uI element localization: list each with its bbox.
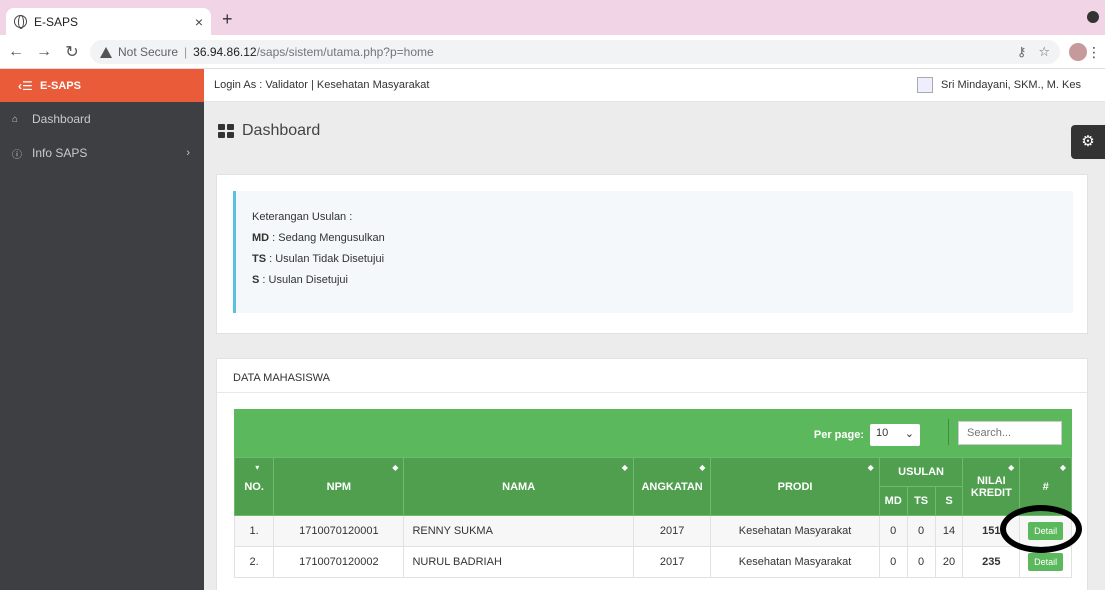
table-toolbar: Per page: 10 ⌄ xyxy=(234,409,1072,457)
cell-angkatan: 2017 xyxy=(632,515,712,547)
students-table-wrapper: Per page: 10⌄ ▾NO. ◆NPM ◆NAMA ◆ANGKATAN … xyxy=(233,409,1072,578)
key-icon[interactable]: ⚷ xyxy=(1017,44,1027,60)
table-row: 2. 1710070120002 NURUL BADRIAH 2017 Kese… xyxy=(233,546,1072,578)
new-tab-button[interactable]: + xyxy=(222,9,233,30)
warning-icon xyxy=(100,46,112,58)
col-nilai-kredit[interactable]: ◆ NILAI KREDIT xyxy=(962,457,1021,516)
menu-toggle-icon[interactable]: ‹☰ xyxy=(0,79,40,93)
chevron-right-icon: › xyxy=(186,147,190,159)
col-s[interactable]: S xyxy=(934,486,964,516)
cell-nama: NURUL BADRIAH xyxy=(403,546,634,578)
cell-md: 0 xyxy=(878,515,908,547)
info-icon: ⓘ xyxy=(12,149,22,161)
not-secure-label: Not Secure xyxy=(118,45,179,59)
dashboard-grid-icon xyxy=(218,124,234,138)
url-separator: | xyxy=(184,45,188,59)
sidebar-item-label: Dashboard xyxy=(32,112,91,126)
page-title: Dashboard xyxy=(218,122,320,140)
legend-panel: Keterangan Usulan : MD : Sedang Mengusul… xyxy=(216,174,1088,334)
url-field[interactable]: Not Secure | 36.94.86.12 /saps/sistem/ut… xyxy=(90,40,1060,64)
main-content: Dashboard ⚙ Keterangan Usulan : MD : Sed… xyxy=(204,102,1105,590)
reload-icon[interactable]: ↻ xyxy=(60,42,84,62)
user-avatar-icon xyxy=(917,77,933,93)
browser-tabstrip: E-SAPS × + xyxy=(0,0,1105,35)
table-row: 1. 1710070120001 RENNY SUKMA 2017 Keseha… xyxy=(233,515,1072,547)
user-menu[interactable]: Sri Mindayani, SKM., M. Kes xyxy=(917,77,1081,93)
user-name: Sri Mindayani, SKM., M. Kes xyxy=(941,79,1081,91)
students-panel: DATA MAHASISWA Per page: 10⌄ ▾NO. ◆NPM xyxy=(216,358,1088,590)
per-page-select[interactable]: 10 ⌄ xyxy=(870,424,920,446)
cell-prodi: Kesehatan Masyarakat xyxy=(710,515,880,547)
tab-close-icon[interactable]: × xyxy=(195,14,203,30)
col-angkatan[interactable]: ◆ ANGKATAN xyxy=(632,457,712,516)
col-npm[interactable]: ◆ NPM xyxy=(273,457,405,516)
cell-npm: 1710070120002 xyxy=(273,546,405,578)
globe-icon xyxy=(14,15,27,29)
panel-title: DATA MAHASISWA xyxy=(217,359,1087,393)
forward-icon[interactable]: → xyxy=(32,43,56,61)
cell-prodi: Kesehatan Masyarakat xyxy=(710,546,880,578)
brand-bar: ‹☰ E-SAPS xyxy=(0,69,204,102)
legend-item: S : Usulan Disetujui xyxy=(252,274,348,286)
cell-md: 0 xyxy=(878,546,908,578)
sidebar-item-info-saps[interactable]: ⓘ Info SAPS › xyxy=(0,136,204,170)
annotation-circle xyxy=(1000,505,1082,553)
profile-avatar[interactable] xyxy=(1069,43,1087,61)
sidebar: ‹☰ E-SAPS ⌂ Dashboard ⓘ Info SAPS › xyxy=(0,69,204,590)
cell-npm: 1710070120001 xyxy=(273,515,405,547)
top-bar: Login As : Validator | Kesehatan Masyara… xyxy=(204,69,1105,102)
col-md[interactable]: MD xyxy=(878,486,908,516)
detail-button[interactable]: Detail xyxy=(1028,553,1064,571)
url-path: /saps/sistem/utama.php?p=home xyxy=(256,45,434,59)
cell-s: 20 xyxy=(934,546,964,578)
settings-gear-icon[interactable]: ⚙ xyxy=(1071,125,1105,159)
cell-nama: RENNY SUKMA xyxy=(403,515,634,547)
cell-s: 14 xyxy=(934,515,964,547)
home-icon: ⌂ xyxy=(12,113,19,125)
per-page-label: Per page: xyxy=(813,429,864,441)
chevron-down-icon: ⌄ xyxy=(904,428,914,440)
cell-kredit: 235 xyxy=(962,546,1021,578)
sidebar-item-dashboard[interactable]: ⌂ Dashboard xyxy=(0,102,204,136)
kebab-menu-icon[interactable]: ⋮ xyxy=(1087,44,1101,61)
window-menu-icon[interactable] xyxy=(1087,11,1099,23)
cell-angkatan: 2017 xyxy=(632,546,712,578)
col-nama[interactable]: ◆ NAMA xyxy=(403,457,634,516)
toolbar-divider xyxy=(948,419,949,445)
page-title-text: Dashboard xyxy=(242,122,321,139)
col-prodi[interactable]: ◆ PRODI xyxy=(710,457,880,516)
students-table: ▾ NO. ◆ NPM ◆ NAMA ◆ ANGKATAN ◆ PRODI USULAN … xyxy=(233,457,1072,578)
search-input[interactable] xyxy=(958,421,1062,445)
cell-no: 2. xyxy=(233,546,275,578)
sidebar-item-label: Info SAPS xyxy=(32,146,88,160)
cell-no: 1. xyxy=(233,515,275,547)
legend-item: TS : Usulan Tidak Disetujui xyxy=(252,253,385,265)
cell-ts: 0 xyxy=(906,546,936,578)
address-bar: ← → ↻ Not Secure | 36.94.86.12 /saps/sis… xyxy=(0,35,1105,69)
legend-callout: Keterangan Usulan : MD : Sedang Mengusul… xyxy=(233,191,1073,313)
col-ts[interactable]: TS xyxy=(906,486,936,516)
login-info: Login As : Validator | Kesehatan Masyara… xyxy=(214,79,430,91)
col-usulan: USULAN xyxy=(878,457,964,487)
url-host: 36.94.86.12 xyxy=(193,45,257,59)
legend-heading: Keterangan Usulan : xyxy=(252,211,353,223)
per-page-control: Per page: 10 ⌄ xyxy=(814,424,920,446)
cell-ts: 0 xyxy=(906,515,936,547)
browser-tab[interactable]: E-SAPS × xyxy=(6,8,211,35)
star-icon[interactable]: ☆ xyxy=(1038,44,1050,60)
brand-name: E-SAPS xyxy=(40,79,81,92)
col-no[interactable]: ▾ NO. xyxy=(233,457,275,516)
back-icon[interactable]: ← xyxy=(4,43,28,61)
legend-item: MD : Sedang Mengusulkan xyxy=(252,232,385,244)
tab-title: E-SAPS xyxy=(34,14,79,29)
